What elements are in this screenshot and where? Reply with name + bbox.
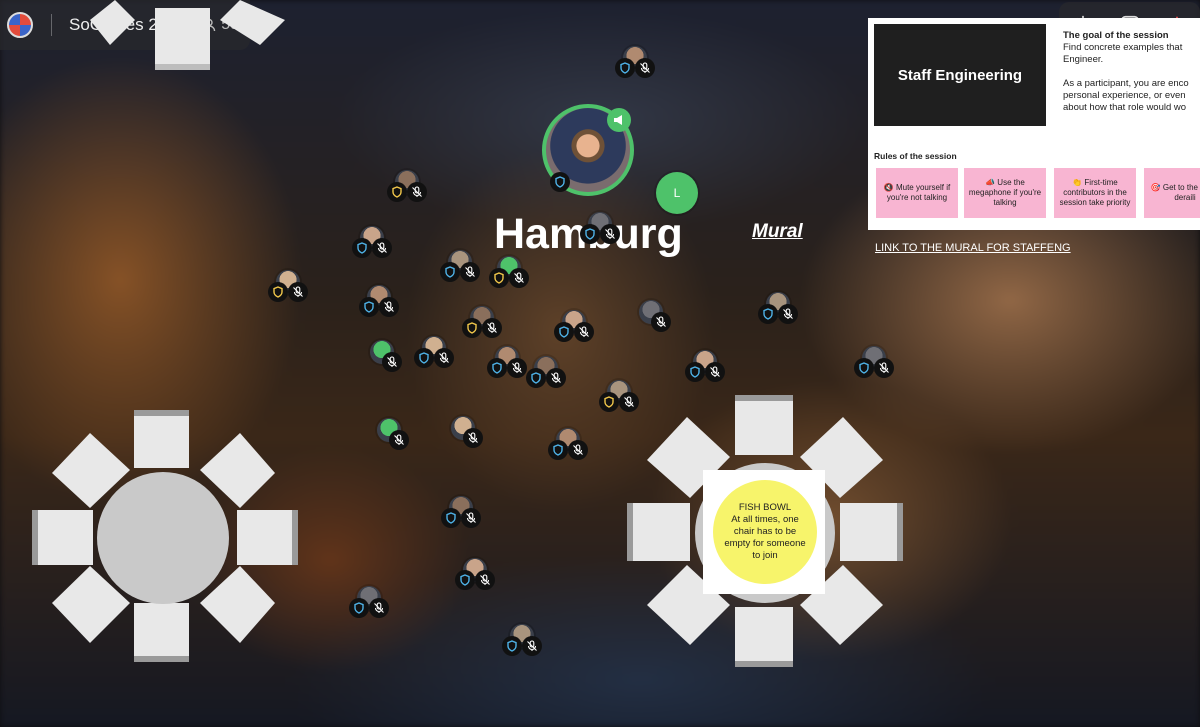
shield-icon bbox=[550, 172, 570, 192]
chair[interactable] bbox=[237, 510, 295, 565]
shield-icon bbox=[554, 322, 574, 342]
shield-icon bbox=[441, 508, 461, 528]
fishbowl-title: FISH BOWL bbox=[738, 502, 792, 513]
chair[interactable] bbox=[134, 413, 189, 468]
shield-icon bbox=[526, 368, 546, 388]
shield-icon bbox=[758, 304, 778, 324]
rule-note: 📣 Use the megaphone if you're talking bbox=[964, 168, 1046, 218]
chair[interactable] bbox=[220, 0, 285, 45]
mural-link[interactable]: LINK TO THE MURAL FOR STAFFENG bbox=[875, 242, 1071, 254]
goal-line: Engineer. bbox=[1063, 54, 1104, 65]
shield-icon bbox=[359, 297, 379, 317]
socrates-logo-icon[interactable] bbox=[7, 12, 33, 38]
muted-mic-icon bbox=[546, 368, 566, 388]
chair-edge bbox=[32, 510, 38, 565]
table-top bbox=[97, 472, 229, 604]
goal-heading: The goal of the session bbox=[1063, 30, 1169, 41]
header-divider bbox=[51, 14, 52, 36]
rule-note: 🎯 Get to the avoid deraili bbox=[1144, 168, 1200, 218]
chair[interactable] bbox=[134, 603, 189, 658]
chair[interactable] bbox=[35, 510, 93, 565]
muted-mic-icon bbox=[434, 348, 454, 368]
session-goal: The goal of the session Find concrete ex… bbox=[1063, 30, 1200, 114]
muted-mic-icon bbox=[369, 598, 389, 618]
board-title: Staff Engineering bbox=[874, 24, 1046, 126]
chair[interactable] bbox=[90, 0, 135, 45]
chair-edge bbox=[897, 503, 903, 561]
muted-mic-icon bbox=[874, 358, 894, 378]
muted-mic-icon bbox=[568, 440, 588, 460]
muted-mic-icon bbox=[705, 362, 725, 382]
rule-note: 🔇 Mute yourself if you're not talking bbox=[876, 168, 958, 218]
muted-mic-icon bbox=[619, 392, 639, 412]
table-partial bbox=[90, 0, 285, 70]
chair-edge bbox=[134, 656, 189, 662]
shield-icon bbox=[685, 362, 705, 382]
rule-note: 👏 First-time contributors in the session… bbox=[1054, 168, 1136, 218]
shield-icon bbox=[440, 262, 460, 282]
muted-mic-icon bbox=[372, 238, 392, 258]
muted-mic-icon bbox=[288, 282, 308, 302]
rules-heading: Rules of the session bbox=[874, 151, 957, 161]
muted-mic-icon bbox=[635, 58, 655, 78]
muted-mic-icon bbox=[461, 508, 481, 528]
chair-edge bbox=[735, 661, 793, 667]
muted-mic-icon bbox=[382, 352, 402, 372]
fishbowl-text: At all times, one chair has to be empty … bbox=[724, 514, 806, 561]
chair[interactable] bbox=[630, 503, 690, 561]
chair[interactable] bbox=[735, 607, 793, 665]
goal-line: As a participant, you are enco bbox=[1063, 78, 1189, 89]
chair[interactable] bbox=[155, 8, 210, 68]
round-table-left[interactable] bbox=[30, 408, 300, 668]
muted-mic-icon bbox=[522, 636, 542, 656]
shield-icon bbox=[414, 348, 434, 368]
fishbowl-note[interactable]: FISH BOWL At all times, one chair has to… bbox=[703, 470, 825, 594]
chair-edge bbox=[735, 395, 793, 401]
shield-icon bbox=[502, 636, 522, 656]
shield-icon bbox=[462, 318, 482, 338]
muted-mic-icon bbox=[509, 268, 529, 288]
shield-icon bbox=[854, 358, 874, 378]
muted-mic-icon bbox=[379, 297, 399, 317]
muted-mic-icon bbox=[407, 182, 427, 202]
chair-edge bbox=[134, 410, 189, 416]
muted-mic-icon bbox=[574, 322, 594, 342]
shield-icon bbox=[615, 58, 635, 78]
shield-icon bbox=[387, 182, 407, 202]
goal-line: personal experience, or even bbox=[1063, 90, 1186, 101]
shield-icon bbox=[487, 358, 507, 378]
goal-line: Find concrete examples that bbox=[1063, 42, 1183, 53]
muted-mic-icon bbox=[463, 428, 483, 448]
shield-icon bbox=[455, 570, 475, 590]
megaphone-icon[interactable] bbox=[607, 108, 631, 132]
muted-mic-icon bbox=[482, 318, 502, 338]
shield-icon bbox=[349, 598, 369, 618]
muted-mic-icon bbox=[475, 570, 495, 590]
chair[interactable] bbox=[735, 397, 793, 455]
chair-edge bbox=[627, 503, 633, 561]
muted-mic-icon bbox=[651, 312, 671, 332]
chair-edge bbox=[292, 510, 298, 565]
session-board[interactable]: Staff Engineering The goal of the sessio… bbox=[868, 18, 1200, 230]
muted-mic-icon bbox=[460, 262, 480, 282]
muted-mic-icon bbox=[778, 304, 798, 324]
avatar[interactable]: L bbox=[656, 172, 698, 214]
shield-icon bbox=[548, 440, 568, 460]
chair-shadow bbox=[155, 64, 210, 70]
shield-icon bbox=[352, 238, 372, 258]
mural-label[interactable]: Mural bbox=[752, 221, 803, 243]
shield-icon bbox=[599, 392, 619, 412]
chair[interactable] bbox=[840, 503, 900, 561]
shield-icon bbox=[580, 224, 600, 244]
goal-line: about how that role would wo bbox=[1063, 102, 1187, 113]
shield-icon bbox=[268, 282, 288, 302]
muted-mic-icon bbox=[507, 358, 527, 378]
muted-mic-icon bbox=[600, 224, 620, 244]
shield-icon bbox=[489, 268, 509, 288]
muted-mic-icon bbox=[389, 430, 409, 450]
fishbowl-circle: FISH BOWL At all times, one chair has to… bbox=[713, 480, 817, 584]
